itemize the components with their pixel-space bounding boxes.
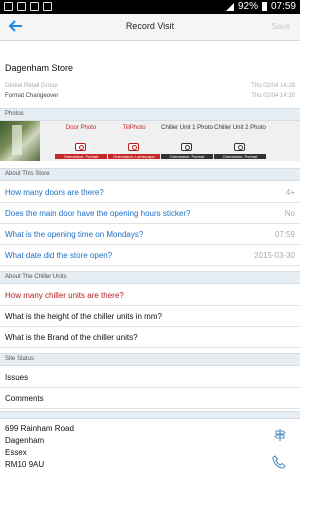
section-header-about-chillers: About The Chiller Units: [0, 271, 300, 284]
store-name: Dagenham Store: [5, 63, 74, 73]
store-photo-thumbnail[interactable]: [0, 121, 40, 161]
signal-icon: [225, 2, 234, 11]
briefcase-icon: [30, 2, 39, 11]
camera-icon: [128, 143, 139, 151]
chiller-unit-1-photo-button[interactable]: Chiller Unit 1 Photo Orientation: Portra…: [161, 121, 213, 161]
phone-icon[interactable]: [272, 455, 286, 469]
question-row[interactable]: Does the main door have the opening hour…: [0, 204, 300, 224]
battery-icon: [261, 2, 267, 11]
store-format: Format Changeover: [5, 93, 59, 99]
section-header-about-store: About This Store: [0, 168, 300, 181]
address-line: Dagenham: [5, 436, 45, 445]
directions-icon[interactable]: [274, 428, 286, 442]
till-photo-button[interactable]: TillPhoto Orientation: Landscape: [108, 121, 160, 161]
store-group-date: Thu 02/04 14:29: [251, 83, 295, 89]
page-title: Record Visit: [125, 21, 175, 31]
store-group: Global Retail Group: [5, 83, 58, 89]
question-row[interactable]: How many chiller units are there?: [0, 286, 300, 306]
notification-icons: [4, 2, 52, 11]
mail-icon: [4, 2, 13, 11]
store-address: 699 Rainham Road Dagenham Essex RM10 9AU: [0, 418, 300, 478]
address-line: RM10 9AU: [5, 460, 45, 469]
clock: 07:59: [270, 1, 296, 12]
camera-icon: [75, 143, 86, 151]
question-row[interactable]: How many doors are there? 4+: [0, 183, 300, 203]
address-line: Essex: [5, 448, 27, 457]
question-row[interactable]: What is the opening time on Mondays? 07:…: [0, 225, 300, 245]
issues-row[interactable]: Issues: [0, 368, 300, 388]
section-header-photos: Photos: [0, 108, 300, 121]
status-bar: 92% 07:59: [0, 0, 300, 14]
question-row[interactable]: What is the Brand of the chiller units?: [0, 328, 300, 348]
door-photo-button[interactable]: Door Photo Orientation: Portrait: [55, 121, 107, 161]
camera-icon: [181, 143, 192, 151]
question-row[interactable]: What is the height of the chiller units …: [0, 307, 300, 327]
chiller-unit-2-photo-button[interactable]: Chiller Unit 2 Photo Orientation: Portra…: [214, 121, 266, 161]
app-bar: Record Visit Save: [0, 14, 300, 41]
save-button[interactable]: Save: [272, 22, 290, 31]
photo-strip: Door Photo Orientation: Portrait TillPho…: [0, 121, 300, 161]
address-line: 699 Rainham Road: [5, 424, 74, 433]
section-header-site-status: Site Status: [0, 353, 300, 366]
comments-row[interactable]: Comments: [0, 389, 300, 409]
question-row[interactable]: What date did the store open? 2015-03-30: [0, 246, 300, 266]
camera-icon: [234, 143, 245, 151]
image-icon: [17, 2, 26, 11]
download-icon: [43, 2, 52, 11]
store-format-date: Thu 02/04 14:30: [251, 93, 295, 99]
battery-percent: 92%: [237, 1, 258, 12]
